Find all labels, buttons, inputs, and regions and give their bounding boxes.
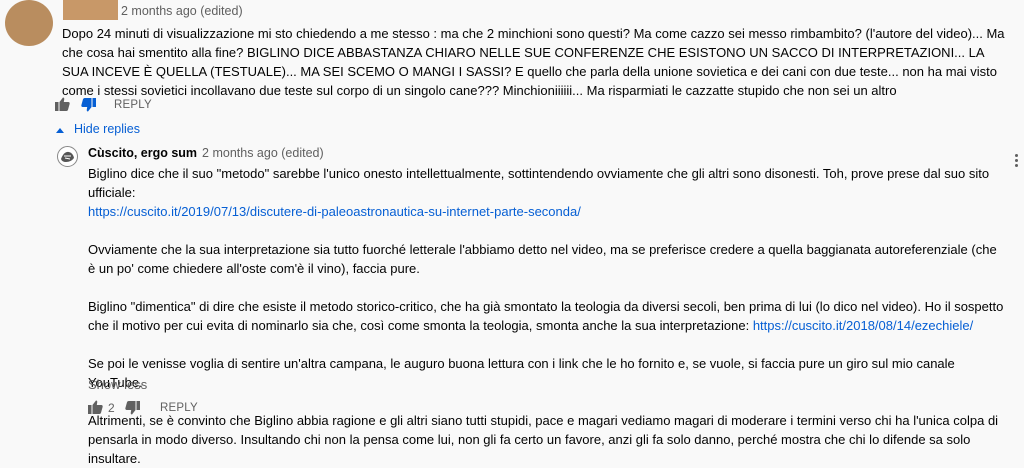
like-button[interactable] xyxy=(55,97,70,111)
avatar-sketch-icon xyxy=(61,151,74,162)
reply-timestamp[interactable]: 2 months ago (edited) xyxy=(202,146,324,160)
reply-paragraph-2: Ovviamente che la sua interpretazione si… xyxy=(88,242,997,276)
thumbs-down-icon xyxy=(81,98,96,112)
show-less-button[interactable]: Show less xyxy=(88,377,147,392)
comment-timestamp[interactable]: 2 months ago (edited) xyxy=(121,4,243,18)
reply-author-name[interactable]: Cùscito, ergo sum xyxy=(88,146,197,160)
reply-paragraph-3: Biglino "dimentica" di dire che esiste i… xyxy=(88,299,1004,333)
kebab-menu-icon xyxy=(1015,154,1019,167)
reply-author-avatar[interactable] xyxy=(57,146,78,167)
reply-like-button[interactable] xyxy=(88,400,103,414)
hide-replies-button[interactable]: Hide replies xyxy=(56,122,140,136)
reply-reply-button[interactable]: REPLY xyxy=(160,402,198,414)
reply-body: Biglino dice che il suo "metodo" sarebbe… xyxy=(88,164,1004,468)
comment-menu-button[interactable] xyxy=(1015,154,1019,169)
comment-text: Dopo 24 minuti di visualizzazione mi sto… xyxy=(62,26,1005,98)
thumbs-down-icon xyxy=(125,401,140,415)
reply-paragraph-5: Altrimenti, se è convinto che Biglino ab… xyxy=(88,413,999,466)
dislike-button[interactable] xyxy=(81,98,96,112)
thumbs-up-icon xyxy=(88,400,103,414)
reply-link-1[interactable]: https://cuscito.it/2019/07/13/discutere-… xyxy=(88,204,581,219)
reply-dislike-button[interactable] xyxy=(125,401,140,415)
reply-button[interactable]: REPLY xyxy=(114,99,152,111)
commenter-avatar[interactable] xyxy=(5,0,53,46)
thumbs-up-icon xyxy=(55,97,70,111)
reply-paragraph-1: Biglino dice che il suo "metodo" sarebbe… xyxy=(88,166,990,219)
reply-paragraph-4: Se poi le venisse voglia di sentire un'a… xyxy=(88,356,955,390)
chevron-up-icon xyxy=(56,122,64,136)
reply-link-2[interactable]: https://cuscito.it/2018/08/14/ezechiele/ xyxy=(753,318,973,333)
reply-like-count: 2 xyxy=(108,401,115,415)
commenter-name-redacted[interactable] xyxy=(63,0,118,20)
hide-replies-label: Hide replies xyxy=(74,122,141,136)
